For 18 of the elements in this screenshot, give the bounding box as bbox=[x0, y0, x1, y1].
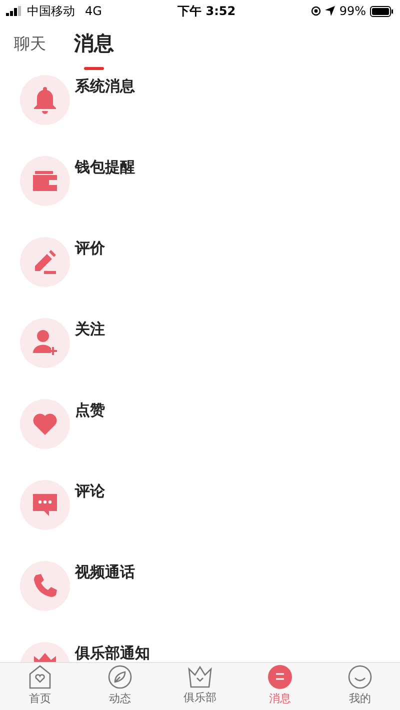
header-tab[interactable]: 消息 bbox=[74, 28, 114, 70]
clock-time: 下午 3:52 bbox=[178, 3, 236, 20]
bottom-nav-item[interactable]: 我的 bbox=[320, 663, 400, 710]
message-category-title[interactable]: 关注 bbox=[75, 321, 105, 338]
message-category-title[interactable]: 评论 bbox=[75, 483, 105, 500]
message-category-title[interactable]: 俱乐部通知 bbox=[75, 645, 150, 662]
battery-percent: 99% bbox=[339, 3, 366, 20]
header-tab[interactable]: 聊天 bbox=[14, 28, 46, 56]
message-category-title[interactable]: 点赞 bbox=[75, 402, 105, 419]
message-category-title[interactable]: 评价 bbox=[75, 240, 105, 257]
bottom-nav-item[interactable]: 首页 bbox=[0, 663, 80, 710]
bottom-nav-item[interactable]: 俱乐部 bbox=[160, 663, 240, 710]
message-category-title[interactable]: 钱包提醒 bbox=[75, 159, 135, 176]
message-category-title[interactable]: 系统消息 bbox=[75, 78, 135, 95]
bottom-nav-item[interactable]: 动态 bbox=[80, 663, 160, 710]
network-type: 4G bbox=[85, 3, 102, 20]
message-category-title[interactable]: 视频通话 bbox=[75, 564, 135, 581]
carrier-name: 中国移动 bbox=[27, 3, 75, 20]
